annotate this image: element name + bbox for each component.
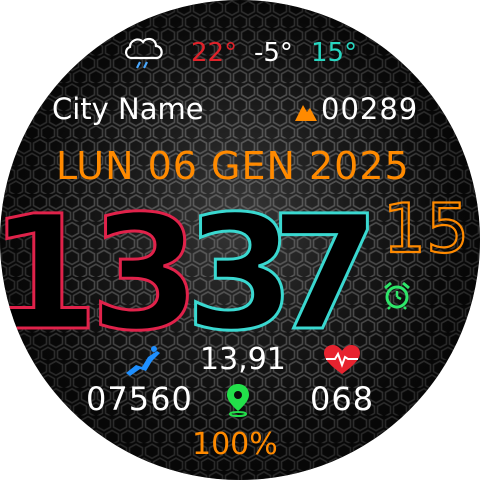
temperature-current: -5° [254,38,293,68]
alarm-clock-icon[interactable] [382,280,412,310]
temperature-high: 22° [191,38,238,68]
minute-ones-digit: 7 [270,182,380,340]
altitude-value: 00289 [321,92,419,126]
watch-face: 22° -5° 15° City Name 00289 LUN 06 GEN 2… [0,0,480,480]
temperature-low: 15° [311,38,358,68]
mountain-icon [295,105,317,121]
time-display[interactable]: 1 3 3 7 15 [0,180,480,341]
heart-rate-icon[interactable] [324,345,360,375]
heart-rate-value: 068 [310,380,375,418]
map-pin-icon[interactable] [226,383,250,417]
running-icon[interactable] [124,345,162,377]
steps-count: 07560 [86,380,193,418]
hour-tens-digit: 1 [0,182,99,340]
city-name[interactable]: City Name [52,95,204,124]
hour-ones-digit: 3 [90,182,200,340]
cloud-rain-icon[interactable] [120,34,168,70]
seconds-digits: 15 [383,190,470,269]
distance-value: 13,91 [200,342,286,377]
battery-percentage[interactable]: 100% [192,430,278,460]
